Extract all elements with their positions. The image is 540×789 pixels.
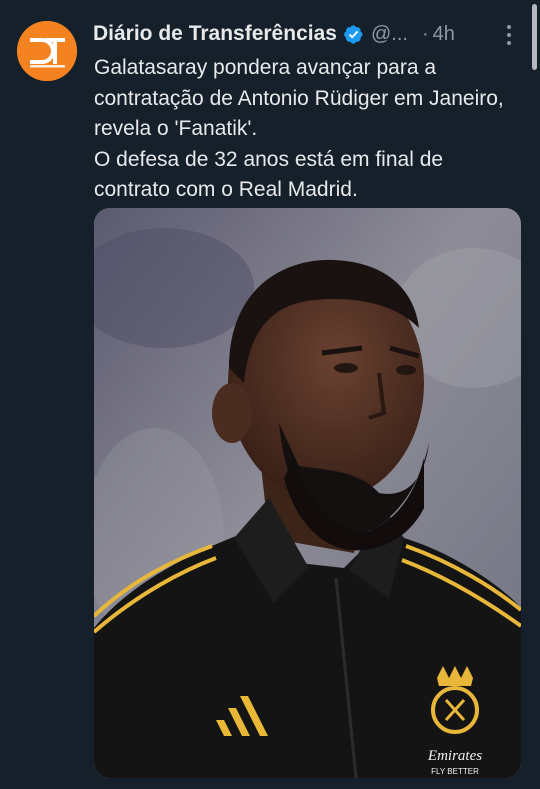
more-options-icon[interactable] [500,22,518,48]
dt-logo [17,21,77,81]
tweet-text-paragraph: O defesa de 32 anos está em final de con… [94,147,444,202]
author-handle[interactable]: @... [371,23,408,46]
tweet-timestamp[interactable]: 4h [433,23,455,46]
verified-badge-icon [343,24,364,45]
sponsor-text: Emirates [427,748,482,764]
scrollbar-thumb[interactable] [532,4,537,70]
sponsor-subtext: FLY BETTER [431,767,479,776]
tweet-header: Diário de Transferências @... · 4h [93,19,520,49]
scrollbar[interactable] [528,0,540,789]
author-avatar[interactable] [17,21,77,81]
player-photo: Emirates FLY BETTER [94,208,521,778]
tweet[interactable]: Diário de Transferências @... · 4h Galat… [0,0,540,789]
tweet-text: Galatasaray pondera avançar para a contr… [94,53,514,206]
tweet-text-paragraph: Galatasaray pondera avançar para a contr… [94,56,504,140]
author-name[interactable]: Diário de Transferências [93,22,337,46]
header-separator: · [421,22,429,45]
tweet-photo[interactable]: Emirates FLY BETTER [94,208,521,778]
